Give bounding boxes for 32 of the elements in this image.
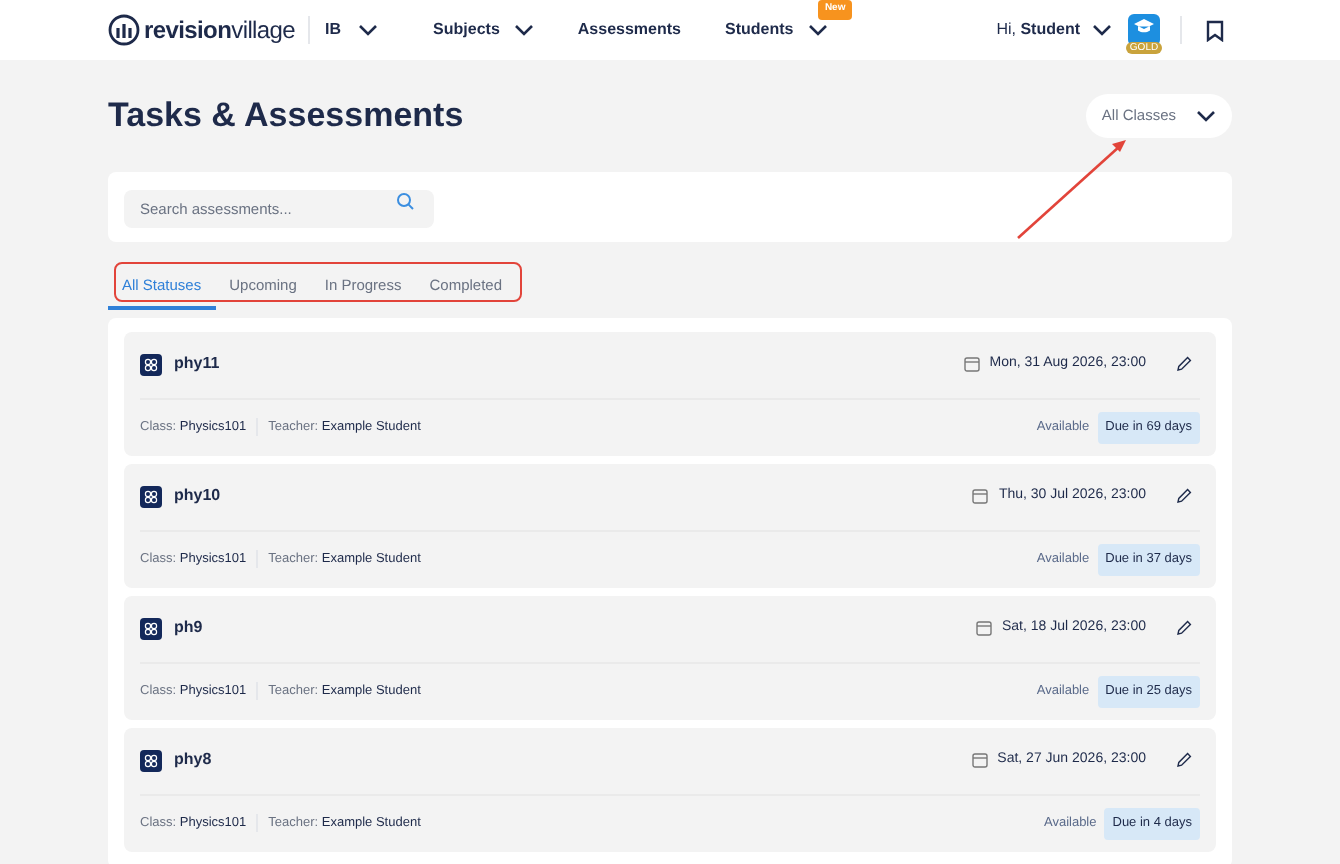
assessment-name: phy8 (174, 748, 212, 773)
assessment-name: phy11 (174, 352, 220, 377)
annotation-arrow (1016, 138, 1128, 240)
chevron-down-icon (1092, 24, 1112, 36)
logo-text[interactable]: revisionvillage (144, 12, 296, 48)
assessment-name: phy10 (174, 484, 221, 509)
chevron-down-icon (1196, 109, 1216, 122)
nav-link[interactable]: Subjects (433, 18, 534, 42)
assessment-icon (140, 749, 162, 772)
pencil-icon[interactable] (1176, 752, 1192, 769)
chevron-down-icon (357, 24, 378, 36)
pencil-icon[interactable] (1176, 356, 1192, 373)
greeting-text: Hi, Student (996, 18, 1080, 42)
nav-link[interactable]: Students (724, 18, 828, 42)
assessment-icon (140, 353, 162, 376)
user-menu[interactable]: Hi, Student (996, 18, 1112, 42)
pencil-icon[interactable] (1176, 620, 1192, 637)
calendar-icon (963, 356, 980, 373)
assessment-name: ph9 (174, 616, 203, 641)
nav-link[interactable]: Assessments (577, 18, 681, 42)
page-title: Tasks & Assessments (108, 94, 464, 138)
assessment-icon (140, 617, 162, 640)
assessment-icon (140, 485, 162, 508)
logo-icon (108, 14, 140, 46)
pencil-icon[interactable] (1176, 488, 1192, 505)
graduation-cap-icon (1134, 18, 1154, 34)
curriculum-dropdown[interactable]: IB (325, 18, 378, 42)
calendar-icon (976, 620, 992, 637)
calendar-icon (972, 488, 989, 505)
search-icon (396, 192, 414, 210)
calendar-icon (971, 752, 988, 769)
bookmark-icon[interactable] (1206, 19, 1224, 41)
